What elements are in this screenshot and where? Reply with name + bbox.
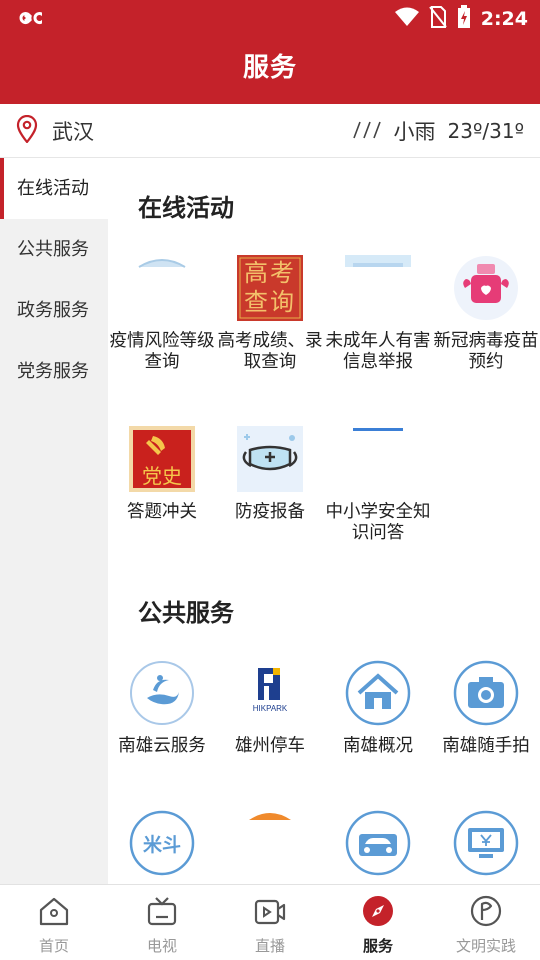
- sidebar-item-public-services[interactable]: 公共服务: [0, 219, 108, 280]
- cloud-service-icon: [129, 660, 195, 726]
- mask-icon: [237, 426, 303, 492]
- umbrella-icon: [237, 810, 303, 876]
- weather-info: 小雨 23º/31º: [348, 104, 524, 158]
- tv-icon: [146, 895, 178, 927]
- nav-live[interactable]: 直播: [216, 885, 324, 960]
- bottom-nav: 首页 电视 直播 服务 文明实践: [0, 884, 540, 960]
- home-icon: [38, 895, 70, 927]
- weather-condition: 小雨: [393, 120, 436, 144]
- nav-tv[interactable]: 电视: [108, 885, 216, 960]
- app-notification-icon: [14, 8, 46, 32]
- location-weather-bar: 武汉 小雨 23º/31º: [0, 104, 540, 158]
- rice-icon-text: 米斗: [142, 834, 181, 856]
- gaokao-query-icon: 高考查询: [237, 255, 303, 321]
- no-sim-icon: [428, 6, 447, 32]
- hikpark-icon: HIKPARK: [237, 660, 303, 726]
- section-title-public-services: 公共服务: [138, 599, 234, 627]
- nav-civilization-practice[interactable]: 文明实践: [432, 885, 540, 960]
- service-content: 在线活动 疫情风险等级查询 高考查询 高考成绩、录取查询 未成年人有害信息举报: [108, 158, 540, 884]
- nav-service[interactable]: 服务: [324, 885, 432, 960]
- camera-icon: [453, 660, 519, 726]
- report-banner-icon: [345, 255, 411, 321]
- home-icon: [345, 660, 411, 726]
- sidebar-item-online-activities[interactable]: 在线活动: [0, 158, 108, 219]
- party-history-icon-text: 党史: [142, 464, 182, 488]
- party-history-icon: 党史: [129, 426, 195, 492]
- gaokao-icon-text: 高考查询: [244, 259, 296, 316]
- school-safety-banner-icon: [345, 426, 411, 492]
- nav-home[interactable]: 首页: [0, 885, 108, 960]
- wifi-icon: [394, 7, 419, 31]
- temperature: 23º/31º: [447, 119, 524, 143]
- status-bar: 2:24: [0, 0, 540, 36]
- sidebar-item-party-services[interactable]: 党务服务: [0, 341, 108, 402]
- car-icon: [345, 810, 411, 876]
- live-video-icon: [254, 895, 286, 927]
- battery-charging-icon: [457, 5, 471, 33]
- category-sidebar: 在线活动 公共服务 政务服务 党务服务: [0, 158, 108, 884]
- flag-icon: [470, 895, 502, 927]
- location-pin-icon[interactable]: [16, 114, 38, 147]
- city-name[interactable]: 武汉: [52, 116, 94, 146]
- page-title: 服务: [242, 53, 297, 83]
- hikpark-icon-text: HIKPARK: [252, 704, 288, 713]
- epidemic-risk-banner-icon: [129, 255, 195, 321]
- monitor-icon: [453, 810, 519, 876]
- rain-icon: [348, 118, 382, 144]
- clock: 2:24: [480, 8, 528, 30]
- compass-icon: [362, 895, 394, 927]
- vaccine-booking-icon: [453, 255, 519, 321]
- app-header: 服务: [0, 36, 540, 104]
- section-title-online-activities: 在线活动: [138, 194, 234, 222]
- sidebar-item-government-services[interactable]: 政务服务: [0, 280, 108, 341]
- rice-icon: 米斗: [129, 810, 195, 876]
